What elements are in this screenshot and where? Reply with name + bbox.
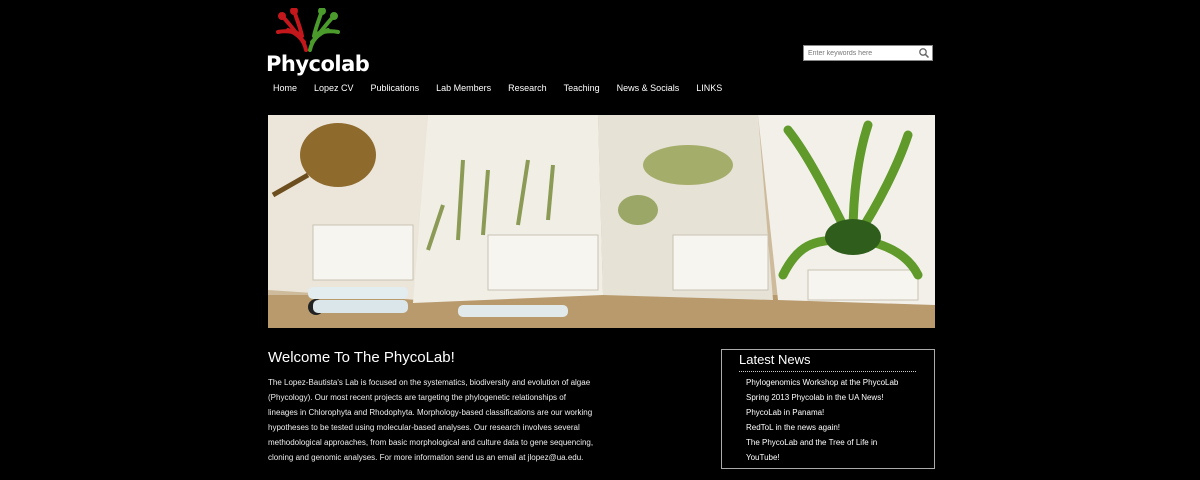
news-item[interactable]: The PhycoLab and the Tree of Life in — [746, 435, 898, 450]
news-item[interactable]: Phylogenomics Workshop at the PhycoLab — [746, 375, 898, 390]
search-icon[interactable] — [918, 47, 930, 59]
news-divider — [739, 371, 916, 372]
latest-news-heading: Latest News — [739, 352, 811, 367]
welcome-line: The Lopez-Bautista's Lab is focused on t… — [268, 378, 591, 387]
nav-research[interactable]: Research — [502, 81, 553, 95]
search-input[interactable] — [806, 46, 920, 60]
nav-news-socials[interactable]: News & Socials — [611, 81, 686, 95]
search-box — [803, 45, 933, 61]
news-item[interactable]: RedToL in the news again! — [746, 420, 898, 435]
welcome-line: hypotheses to be tested using molecular-… — [268, 423, 580, 432]
welcome-line: methodological approaches, from basic mo… — [268, 438, 594, 447]
welcome-line: (Phycology). Our most recent projects ar… — [268, 393, 566, 402]
nav-lopez-cv[interactable]: Lopez CV — [308, 81, 360, 95]
welcome-paragraph: The Lopez-Bautista's Lab is focused on t… — [268, 375, 628, 465]
herbarium-banner-image — [268, 115, 935, 328]
phycolab-logo[interactable]: Phycolab — [266, 8, 370, 76]
latest-news-panel: Latest News Phylogenomics Workshop at th… — [721, 349, 935, 469]
nav-links[interactable]: LINKS — [690, 81, 728, 95]
news-item[interactable]: PhycoLab in Panama! — [746, 405, 898, 420]
nav-home[interactable]: Home — [267, 81, 303, 95]
welcome-line: cloning and genomic analyses. For more i… — [268, 453, 584, 462]
nav-teaching[interactable]: Teaching — [558, 81, 606, 95]
algae-tree-icon — [276, 8, 340, 52]
news-item[interactable]: Spring 2013 Phycolab in the UA News! — [746, 390, 898, 405]
news-list: Phylogenomics Workshop at the PhycoLab S… — [746, 375, 898, 465]
nav-publications[interactable]: Publications — [365, 81, 426, 95]
news-item[interactable]: YouTube! — [746, 450, 898, 465]
nav-lab-members[interactable]: Lab Members — [430, 81, 497, 95]
main-nav: Home Lopez CV Publications Lab Members R… — [267, 81, 728, 95]
welcome-heading: Welcome To The PhycoLab! — [268, 349, 455, 366]
welcome-line: lineages in Chlorophyta and Rhodophyta. … — [268, 408, 593, 417]
logo-text: Phycolab — [266, 52, 370, 76]
